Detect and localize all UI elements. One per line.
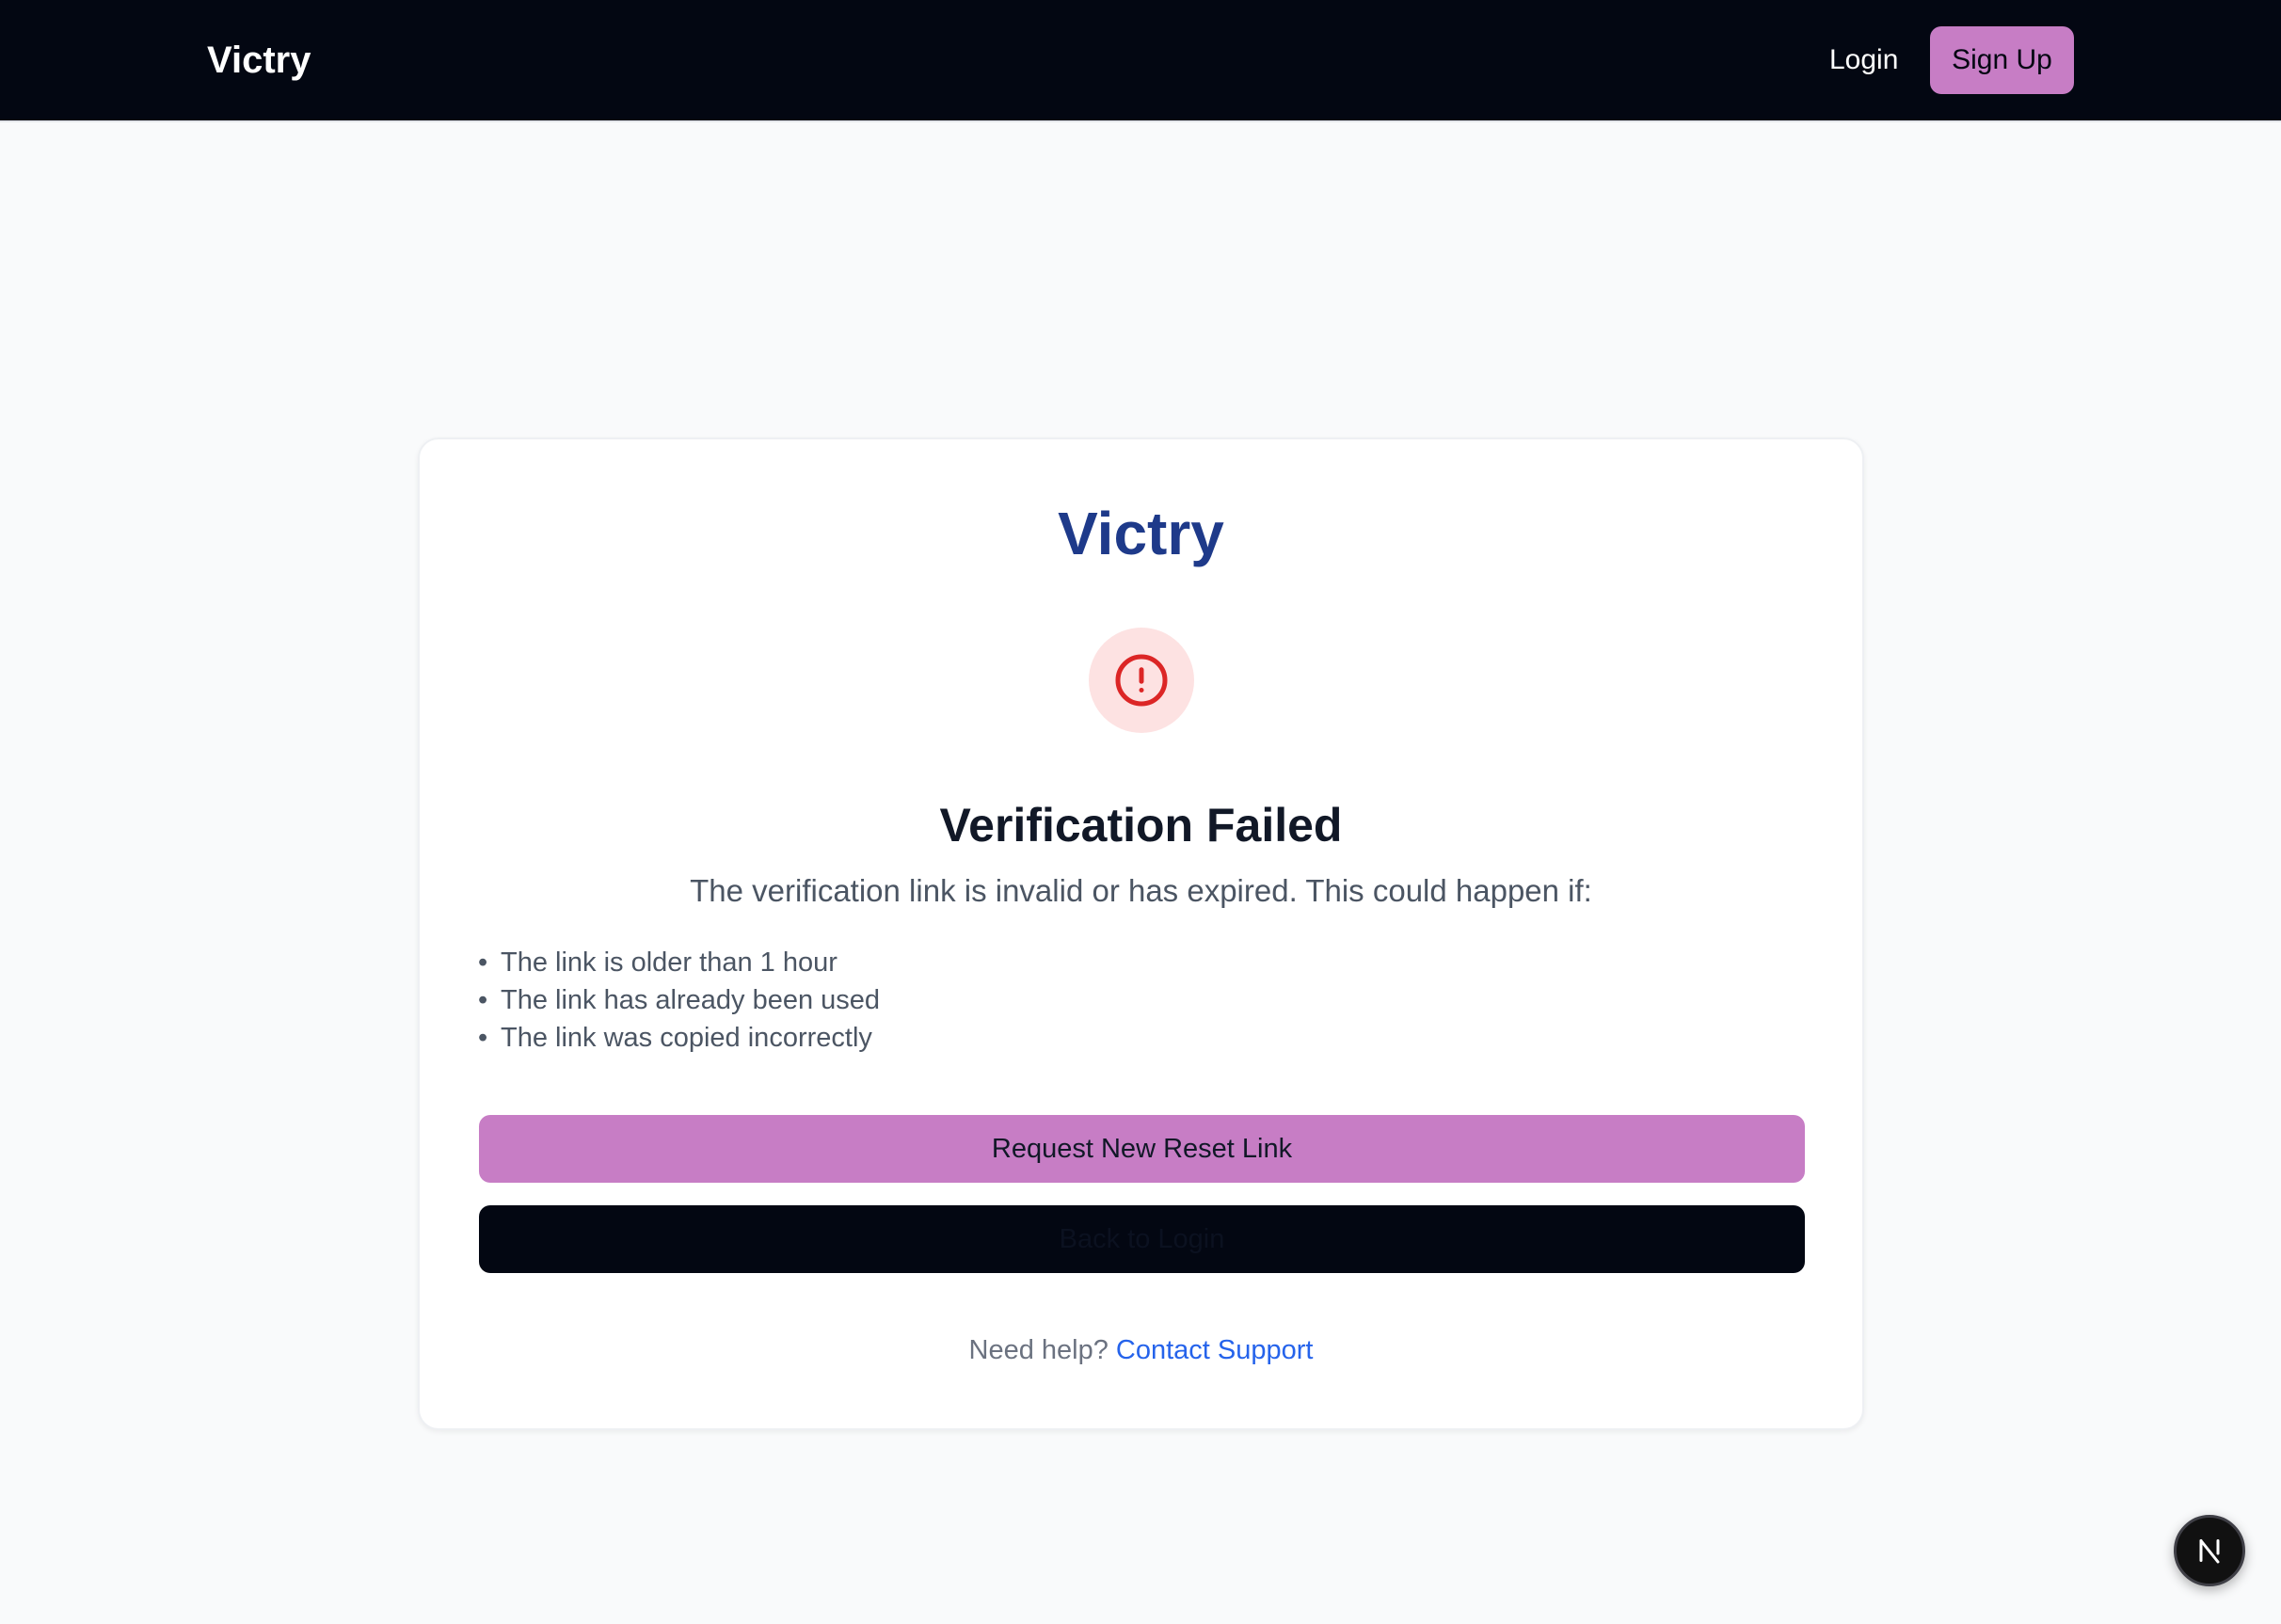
list-item: The link has already been used (478, 981, 880, 1019)
navbar-brand-link[interactable]: Victry (207, 36, 311, 85)
alert-circle-icon (1115, 654, 1168, 707)
nextjs-logo-icon (2199, 1539, 2220, 1564)
verification-card: Victry Verification Failed The verificat… (418, 438, 1864, 1430)
top-navbar: Victry Login Sign Up (0, 0, 2281, 122)
contact-support-link[interactable]: Contact Support (1116, 1335, 1314, 1365)
alert-icon-badge (1089, 628, 1194, 733)
reason-list: The link is older than 1 hour The link h… (478, 944, 880, 1057)
nextjs-dev-badge[interactable] (2174, 1515, 2245, 1586)
card-brand-title: Victry (1058, 500, 1224, 567)
signup-button[interactable]: Sign Up (1930, 26, 2074, 94)
list-item: The link is older than 1 hour (478, 944, 880, 981)
login-link[interactable]: Login (1829, 40, 1898, 80)
help-label: Need help? (968, 1335, 1109, 1365)
error-description: The verification link is invalid or has … (690, 873, 1592, 908)
request-new-reset-link-button[interactable]: Request New Reset Link (479, 1115, 1805, 1183)
list-item: The link was copied incorrectly (478, 1019, 880, 1057)
help-text: Need help? Contact Support (420, 1331, 1862, 1369)
back-to-login-button[interactable]: Back to Login (479, 1205, 1805, 1273)
page-title: Verification Failed (939, 799, 1343, 852)
